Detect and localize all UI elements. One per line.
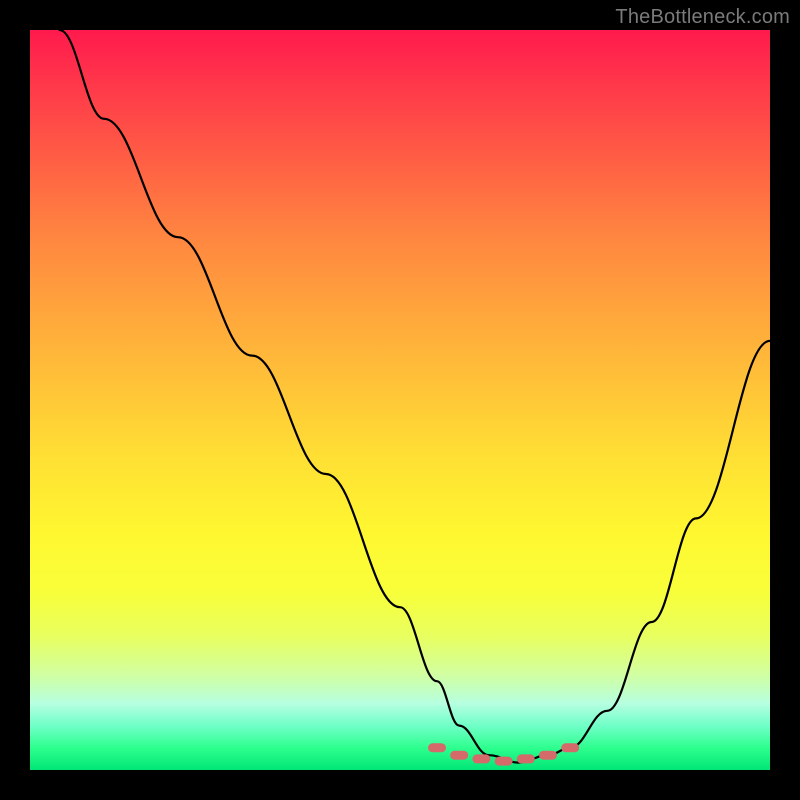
watermark-text: TheBottleneck.com: [615, 6, 790, 29]
bottom-markers: [428, 743, 579, 765]
bottom-marker: [428, 743, 446, 752]
bottleneck-curve-path: [60, 30, 770, 763]
bottom-marker: [495, 757, 513, 766]
bottom-marker: [539, 751, 557, 760]
bottom-marker: [561, 743, 579, 752]
plot-area: [30, 30, 770, 770]
bottom-marker: [450, 751, 468, 760]
bottom-marker: [517, 754, 535, 763]
curve-svg: [30, 30, 770, 770]
chart-frame: TheBottleneck.com: [0, 0, 800, 800]
bottom-marker: [472, 754, 490, 763]
